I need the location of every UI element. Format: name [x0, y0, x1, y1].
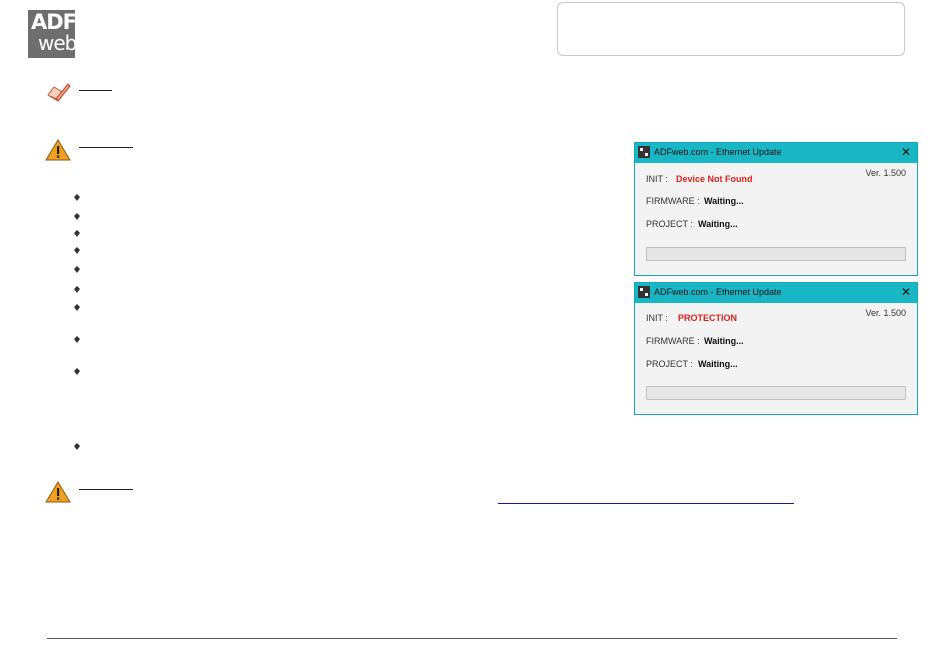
update-progress-bar	[646, 247, 906, 261]
diamond-bullet-icon	[73, 298, 80, 311]
close-icon[interactable]: ✕	[901, 145, 911, 159]
init-status-value: PROTECTION	[678, 313, 738, 323]
note-heading-rule	[79, 90, 112, 91]
dialog-titlebar[interactable]: ADFweb.com - Ethernet Update ✕	[635, 143, 917, 163]
ethernet-update-dialog-not-found: ADFweb.com - Ethernet Update ✕ Ver. 1.50…	[634, 142, 918, 276]
project-status-value: Waiting...	[698, 219, 738, 229]
diamond-bullet-icon	[73, 207, 80, 220]
warning-triangle-icon	[45, 139, 71, 161]
diamond-bullet-icon	[73, 188, 80, 201]
firmware-label: FIRMWARE :	[646, 336, 700, 346]
diamond-bullet-icon	[73, 241, 80, 254]
project-label: PROJECT :	[646, 219, 693, 229]
diamond-bullet-icon	[73, 330, 80, 343]
version-label: Ver. 1.500	[865, 168, 906, 178]
diamond-bullet-icon	[73, 224, 80, 237]
adfweb-logo: ADF web	[28, 10, 77, 58]
project-status-value: Waiting...	[698, 359, 738, 369]
adfweb-app-icon	[638, 146, 650, 158]
diamond-bullet-icon	[73, 260, 80, 273]
warning-triangle-icon	[45, 481, 71, 503]
version-label: Ver. 1.500	[865, 308, 906, 318]
dialog-titlebar[interactable]: ADFweb.com - Ethernet Update ✕	[635, 283, 917, 303]
pencil-note-icon	[46, 81, 72, 105]
firmware-status-value: Waiting...	[704, 336, 744, 346]
warning-heading-rule	[79, 489, 133, 490]
dialog-title: ADFweb.com - Ethernet Update	[654, 287, 782, 297]
update-progress-bar	[646, 386, 906, 400]
link-underline[interactable]	[498, 503, 794, 504]
diamond-bullet-icon	[73, 362, 80, 375]
dialog-title: ADFweb.com - Ethernet Update	[654, 147, 782, 157]
footer-rule	[47, 638, 897, 639]
diamond-bullet-icon	[73, 437, 80, 450]
init-label: INIT :	[646, 174, 668, 184]
project-label: PROJECT :	[646, 359, 693, 369]
close-icon[interactable]: ✕	[901, 285, 911, 299]
firmware-status-value: Waiting...	[704, 196, 744, 206]
warning-heading-rule	[79, 147, 133, 148]
logo-text-web: web	[38, 31, 77, 55]
ethernet-update-dialog-protection: ADFweb.com - Ethernet Update ✕ Ver. 1.50…	[634, 282, 918, 415]
diamond-bullet-icon	[73, 280, 80, 293]
adfweb-app-icon	[638, 286, 650, 298]
init-status-value: Device Not Found	[676, 174, 753, 184]
init-label: INIT :	[646, 313, 668, 323]
firmware-label: FIRMWARE :	[646, 196, 700, 206]
document-header-box	[557, 2, 905, 56]
